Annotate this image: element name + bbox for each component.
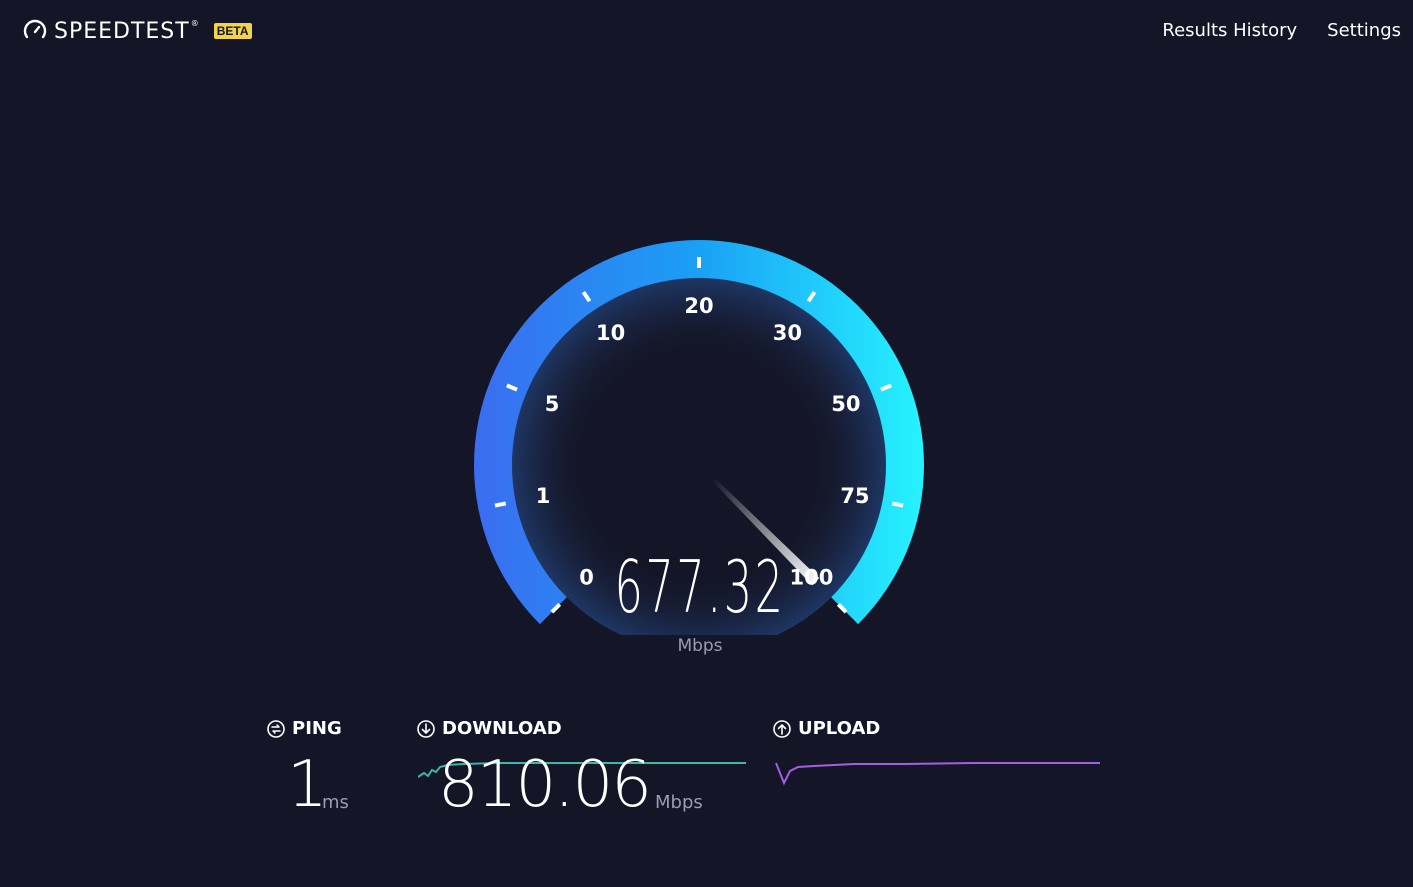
upload-icon: [772, 719, 792, 739]
speedometer-logo-icon: [22, 18, 48, 44]
upload-label: UPLOAD: [798, 718, 881, 739]
gauge-scale-label: 0: [579, 565, 594, 589]
gauge-scale-label: 50: [831, 392, 860, 416]
brand[interactable]: SPEEDTEST® BETA: [22, 18, 252, 44]
beta-badge: BETA: [213, 23, 252, 39]
current-speed-value: 677.32: [614, 545, 786, 629]
download-unit: Mbps: [655, 792, 703, 813]
header: SPEEDTEST® BETA Results History Settings: [0, 0, 1413, 64]
ping-value: 1: [287, 748, 328, 822]
download-header: DOWNLOAD: [416, 718, 562, 739]
download-label: DOWNLOAD: [442, 718, 562, 739]
gauge-tick: [891, 501, 904, 508]
ping-label: PING: [292, 718, 342, 739]
ping-icon: [266, 719, 286, 739]
gauge-scale-label: 1: [536, 484, 551, 508]
ping-header: PING: [266, 718, 342, 739]
ping-unit: ms: [322, 792, 349, 813]
current-speed-unit: Mbps: [677, 636, 723, 656]
gauge-scale-label: 10: [596, 321, 625, 345]
download-value: 810.06: [438, 748, 652, 822]
gauge-scale-label: 30: [773, 321, 802, 345]
upload-sparkline: [775, 762, 1100, 786]
gauge-scale-label: 20: [684, 294, 713, 318]
gauge-tick: [494, 501, 507, 508]
top-nav: Results History Settings: [1132, 20, 1401, 41]
brand-name: SPEEDTEST®: [54, 18, 200, 44]
download-icon: [416, 719, 436, 739]
gauge-scale-label: 5: [545, 392, 560, 416]
gauge-scale-label: 75: [840, 484, 869, 508]
settings-link[interactable]: Settings: [1327, 20, 1401, 41]
upload-header: UPLOAD: [772, 718, 880, 739]
results-history-link[interactable]: Results History: [1162, 20, 1297, 41]
